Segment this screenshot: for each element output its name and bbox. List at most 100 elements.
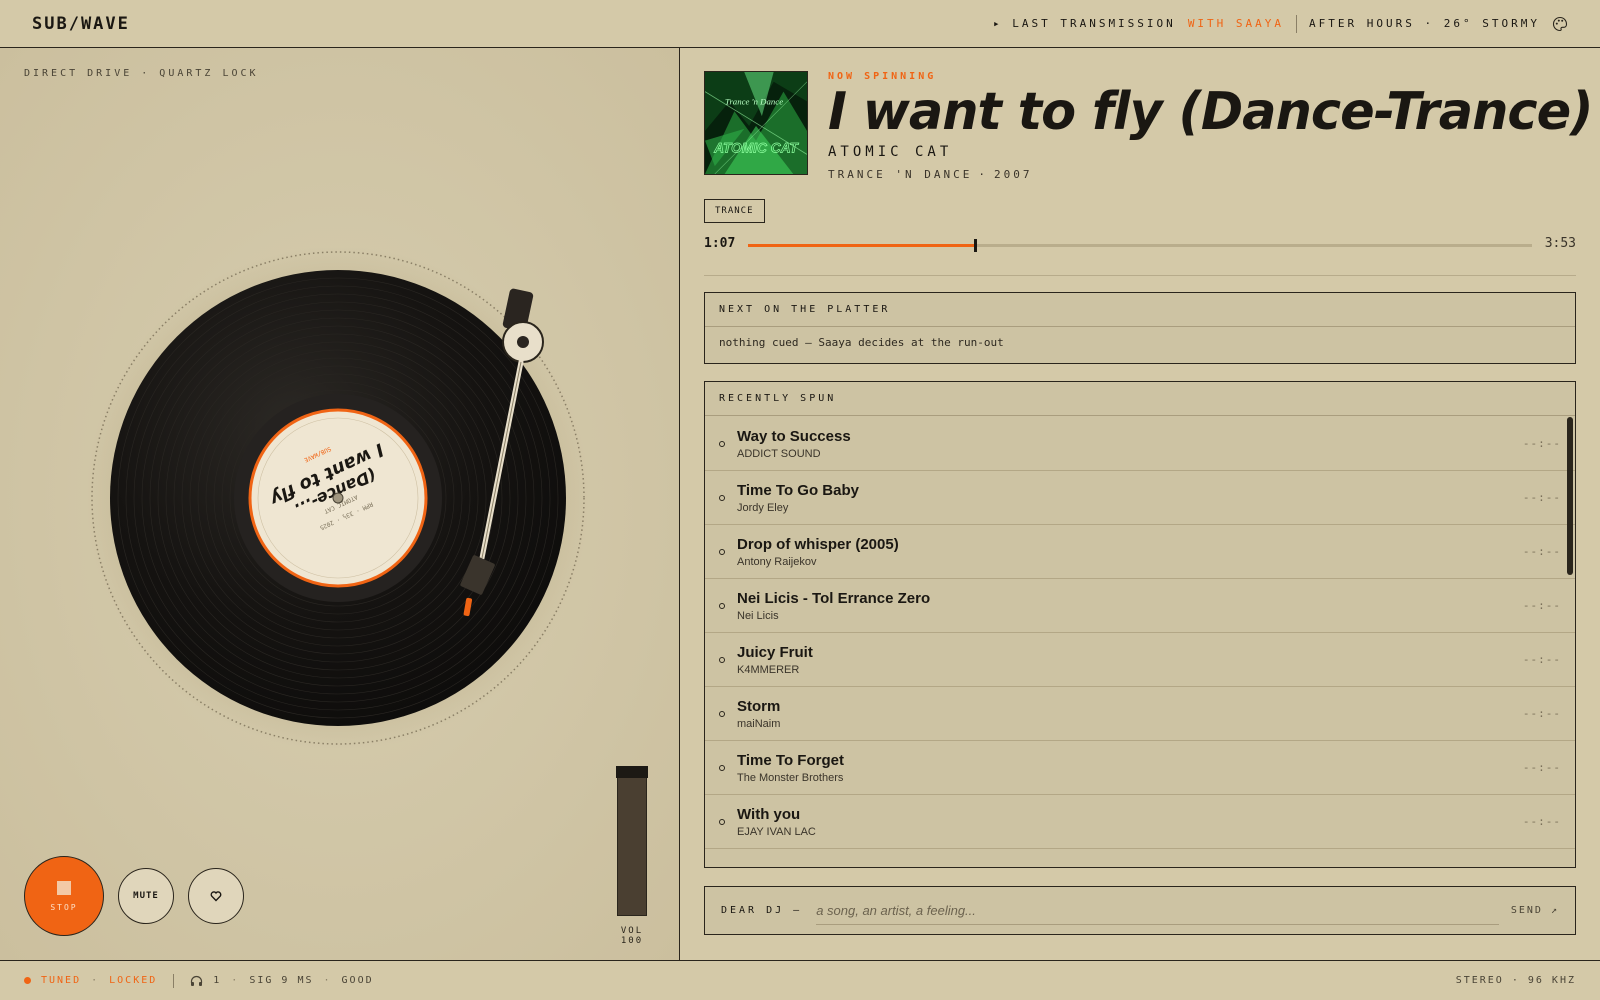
status-divider: [173, 973, 175, 988]
track-row-artist: maiNaim: [737, 717, 781, 730]
volume-label: VOL 100: [620, 926, 644, 946]
volume-track[interactable]: [617, 766, 647, 916]
track-row-artist: ADDICT SOUND: [737, 447, 821, 460]
show-info: AFTER HOURS · 26° STORMY: [1309, 17, 1540, 30]
track-row-title: Nei Licis - Tol Errance Zero: [737, 589, 931, 607]
track-row[interactable]: Eternal Dive--:--: [705, 849, 1575, 868]
genre-chip[interactable]: TRANCE: [704, 199, 765, 223]
track-row-title: Time To Forget: [737, 751, 844, 769]
track-row-artist: The Monster Brothers: [737, 771, 844, 784]
status-left: TUNED · LOCKED 1 · SIG 9 MS · GOOD: [24, 973, 374, 988]
send-button[interactable]: SEND ↗: [1511, 905, 1559, 916]
progress-track[interactable]: [748, 239, 1532, 252]
track-dot: [719, 656, 725, 663]
app-logo[interactable]: SUB/WAVE: [32, 14, 130, 34]
header-divider: [1296, 14, 1298, 33]
top-bar: SUB/WAVE ▸ LAST TRANSMISSION WITH SAAYA …: [0, 0, 1600, 48]
now-playing: Trance 'n Dance ATOMIC CAT NOW SPINNING …: [704, 71, 1594, 181]
recent-scrollbar[interactable]: [1567, 417, 1573, 575]
track-row[interactable]: Way to Success ADDICT SOUND --:--: [705, 417, 1575, 471]
track-meta: Time To Go Baby Jordy Eley: [737, 482, 859, 514]
divider: [704, 275, 1576, 276]
audio-format: STEREO · 96 KHZ: [1455, 975, 1576, 986]
progress-handle[interactable]: [974, 239, 978, 252]
dj-request-input[interactable]: [816, 896, 1499, 925]
deck-panel: DIRECT DRIVE · QUARTZ LOCK RPM · 33⅓ · 2…: [0, 48, 680, 960]
now-playing-info: NOW SPINNING I want to fly (Dance-Trance…: [828, 71, 1594, 181]
turntable[interactable]: RPM · 33⅓ · 2025 ATOMIC CAT (Dance-... I…: [88, 248, 588, 748]
status-sep-3: ·: [323, 975, 332, 986]
listener-count: 1: [213, 975, 222, 986]
track-meta: Nei Licis - Tol Errance Zero Nei Licis: [737, 590, 930, 622]
volume-handle[interactable]: [616, 766, 648, 778]
recent-heading: RECENTLY SPUN: [705, 382, 1575, 416]
track-meta: Juicy Fruit K4MMERER: [737, 644, 813, 676]
track-row-artist: K4MMERER: [737, 663, 800, 676]
recent-list[interactable]: Way to Success ADDICT SOUND --:-- Time To G…: [705, 417, 1575, 867]
track-meta: Eternal Dive: [737, 866, 824, 868]
album-separator: ·: [978, 168, 988, 181]
track-row-title: Eternal Dive: [737, 866, 824, 868]
album-cover[interactable]: Trance 'n Dance ATOMIC CAT: [704, 71, 808, 175]
track-row[interactable]: Time To Forget The Monster Brothers --:--: [705, 741, 1575, 795]
track-meta: Way to Success ADDICT SOUND: [737, 428, 851, 460]
progress-bar[interactable]: 1:07 3:53: [704, 236, 1576, 266]
status-sep-2: ·: [231, 975, 240, 986]
track-dot: [719, 548, 725, 555]
track-row-artist: Antony Raijekov: [737, 555, 817, 568]
track-dot: [719, 494, 725, 501]
track-row[interactable]: Drop of whisper (2005) Antony Raijekov --:…: [705, 525, 1575, 579]
album-name[interactable]: TRANCE 'N DANCE: [828, 168, 972, 181]
track-row[interactable]: Storm maiNaim --:--: [705, 687, 1575, 741]
stop-button[interactable]: STOP: [24, 856, 104, 936]
track-row-title: Drop of whisper (2005): [737, 535, 899, 553]
volume-slider[interactable]: VOL 100: [608, 766, 656, 946]
track-artist[interactable]: ATOMIC CAT: [828, 144, 1576, 160]
track-row[interactable]: Time To Go Baby Jordy Eley --:--: [705, 471, 1575, 525]
track-row-duration: --:--: [1522, 761, 1561, 774]
next-panel: NEXT ON THE PLATTER nothing cued — Saaya…: [704, 292, 1576, 364]
next-heading: NEXT ON THE PLATTER: [705, 293, 1575, 327]
status-sep-1: ·: [91, 975, 100, 986]
locked-status: LOCKED: [109, 975, 158, 986]
dj-label: DEAR DJ —: [721, 905, 803, 916]
track-row-title: Juicy Fruit: [737, 643, 813, 661]
tuned-status: TUNED: [41, 975, 82, 986]
track-row-duration: --:--: [1522, 437, 1561, 450]
now-spinning-tag: NOW SPINNING: [828, 71, 937, 82]
deck-caption: DIRECT DRIVE · QUARTZ LOCK: [24, 68, 259, 79]
track-row-duration: --:--: [1522, 707, 1561, 720]
track-row-artist: Nei Licis: [737, 609, 779, 622]
track-row-duration: --:--: [1522, 599, 1561, 612]
palette-icon[interactable]: [1552, 16, 1568, 32]
track-meta: With you EJAY IVAN LAC: [737, 806, 816, 838]
track-row-title: Time To Go Baby: [737, 481, 859, 499]
heart-icon: [210, 891, 222, 902]
album-year: 2007: [993, 168, 1033, 181]
transmission-label: ▸ LAST TRANSMISSION: [992, 17, 1176, 30]
progress-fill: [748, 244, 976, 247]
track-meta: Storm maiNaim: [737, 698, 780, 730]
stop-icon: [57, 880, 71, 895]
track-row-title: Storm: [737, 697, 781, 715]
recent-panel: RECENTLY SPUN Way to Success ADDICT SOUND…: [704, 381, 1576, 868]
track-dot: [719, 818, 725, 825]
track-row[interactable]: Juicy Fruit K4MMERER --:--: [705, 633, 1575, 687]
transmission-host[interactable]: WITH SAAYA: [1188, 17, 1284, 30]
track-row[interactable]: Nei Licis - Tol Errance Zero Nei Licis --:…: [705, 579, 1575, 633]
track-row-title: With you: [737, 805, 801, 823]
headphones-icon: [191, 975, 203, 986]
track-row-duration: --:--: [1522, 815, 1561, 828]
track-panel: Trance 'n Dance ATOMIC CAT NOW SPINNING …: [681, 48, 1600, 960]
album-info: TRANCE 'N DANCE · 2007: [828, 168, 1576, 181]
track-title: I want to fly (Dance-Trance): [828, 82, 1594, 142]
track-row-title: Way to Success: [737, 427, 851, 445]
track-row-artist: EJAY IVAN LAC: [737, 825, 816, 838]
track-dot: [719, 764, 725, 771]
mute-button[interactable]: MUTE: [118, 868, 174, 924]
track-dot: [719, 710, 725, 717]
like-button[interactable]: [188, 868, 244, 924]
track-row[interactable]: With you EJAY IVAN LAC --:--: [705, 795, 1575, 849]
track-dot: [719, 602, 725, 609]
signal-latency: SIG 9 MS: [249, 975, 314, 986]
